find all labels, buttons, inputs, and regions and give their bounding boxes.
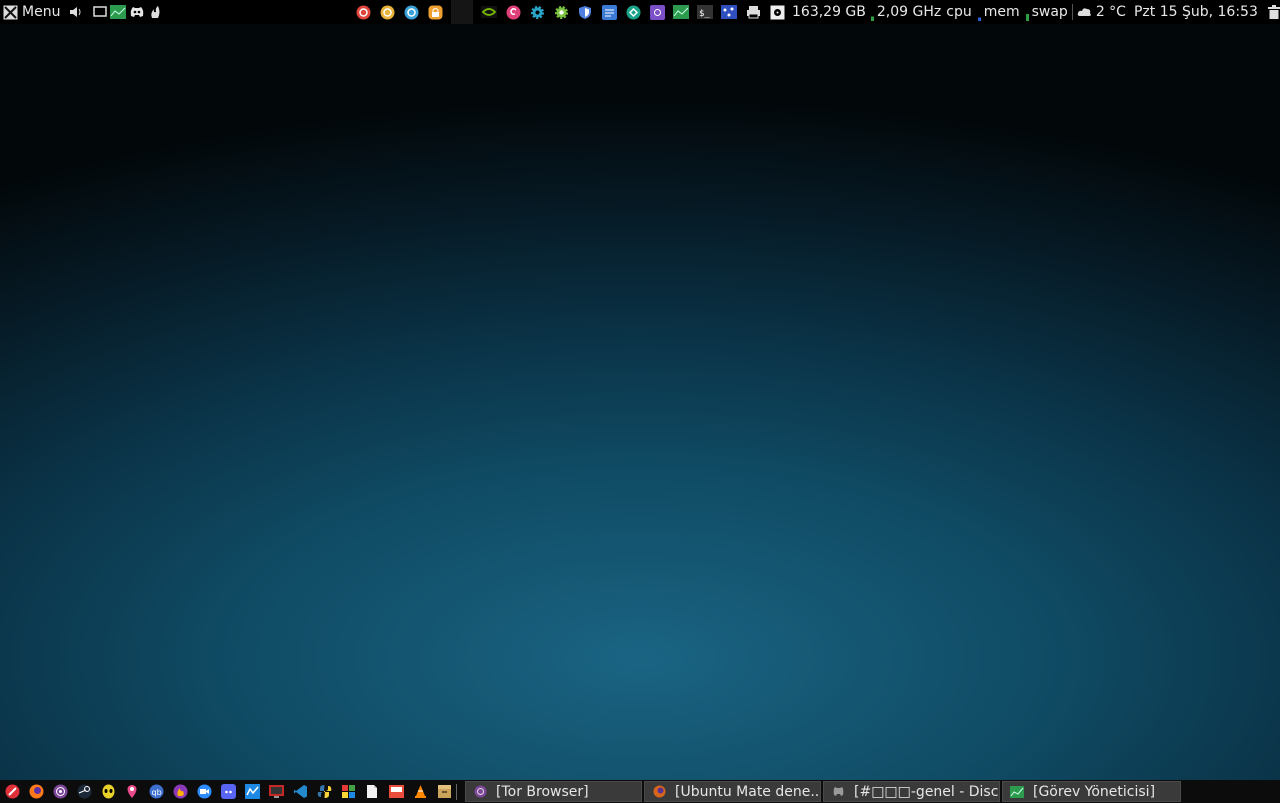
menu-button[interactable]: Menu [22,4,60,20]
separator [1071,4,1073,20]
clock[interactable]: Pzt 15 Şub, 16:53 [1134,4,1258,20]
terminal-icon[interactable]: $_ [697,4,713,20]
shield-icon[interactable] [577,4,593,20]
cpu-frequency: 2,09 GHz [876,4,942,20]
taskbar-window-label: [#□□□-genel - Discord] [854,783,999,800]
firefox-icon [651,784,667,800]
monitor-launcher-icon[interactable] [244,784,260,800]
tor-launcher-icon[interactable] [52,784,68,800]
tray-blank-slot [451,0,473,24]
svg-text:$_: $_ [699,9,710,19]
power-indicator-icon[interactable] [355,4,371,20]
flame-app-icon[interactable] [147,4,163,20]
launcher-separator [456,783,457,800]
taskbar-window-system-monitor[interactable]: [Görev Yöneticisi] [1002,781,1181,802]
taskbar-window-label: [Ubuntu Mate dene... [675,783,820,800]
taskbar-window-firefox[interactable]: [Ubuntu Mate dene... [644,781,821,802]
taskbar-window-tor[interactable]: [Tor Browser] [465,781,642,802]
trash-icon[interactable] [1266,4,1280,20]
debian-icon[interactable] [505,4,521,20]
disk-icon[interactable] [769,4,785,20]
alien-app-icon[interactable] [100,784,116,800]
cpu-label: cpu [946,4,972,20]
screen-recorder-icon[interactable] [268,784,284,800]
archive-manager-icon[interactable] [436,784,452,800]
mem-load-bar [977,3,981,21]
cpu-load-bar [870,3,874,21]
mem-label: mem [983,4,1020,20]
volume-icon[interactable] [68,4,84,20]
show-desktop-icon[interactable] [92,4,108,20]
sync-indicator-icon[interactable] [403,4,419,20]
system-monitor-launcher-icon[interactable] [110,4,127,20]
app-launcher-red-icon[interactable] [4,784,20,800]
menu-logo-icon[interactable] [2,4,18,20]
qbittorrent-launcher-icon[interactable]: qb [148,784,164,800]
svg-text:qb: qb [151,788,161,797]
taskbar-window-discord[interactable]: [#□□□-genel - Discord] [823,781,1000,802]
maps-pin-icon[interactable] [124,784,140,800]
purple-app-icon[interactable] [649,4,665,20]
network-icon[interactable] [721,4,737,20]
image-viewer-icon[interactable] [388,784,404,800]
swap-load-bar [1025,3,1029,21]
taskbar-window-label: [Tor Browser] [496,783,589,800]
swap-label: swap [1031,4,1068,20]
steam-launcher-icon[interactable] [76,784,92,800]
discord-launcher-icon[interactable] [129,4,145,20]
system-monitor-tray-icon[interactable] [673,4,689,20]
python-launcher-icon[interactable] [316,784,332,800]
document-launcher-icon[interactable] [364,784,380,800]
green-gear-icon[interactable] [553,4,569,20]
top-panel: Menu $_ 163,29 GB 2,09 GHz cpu mem swap … [0,0,1280,24]
disk-free-space: 163,29 GB [792,4,866,20]
rubik-cube-icon[interactable] [340,784,356,800]
system-monitor-icon [1009,784,1025,800]
notes-icon[interactable] [601,4,617,20]
nvidia-icon[interactable] [481,4,497,20]
firefox-launcher-icon[interactable] [28,784,44,800]
printer-icon[interactable] [745,4,761,20]
discord-icon [830,784,846,800]
weather-cloud-icon[interactable] [1077,4,1093,20]
vlc-launcher-icon[interactable] [412,784,428,800]
tor-icon [472,784,488,800]
purple-fire-launcher-icon[interactable] [172,784,188,800]
zoom-launcher-icon[interactable] [196,784,212,800]
vscode-launcher-icon[interactable] [292,784,308,800]
update-indicator-icon[interactable] [379,4,395,20]
lock-indicator-icon[interactable] [427,4,443,20]
settings-gear-icon[interactable] [529,4,545,20]
weather-temperature[interactable]: 2 °C [1096,4,1126,20]
discord-launcher-bottom-icon[interactable] [220,784,236,800]
taskbar-window-label: [Görev Yöneticisi] [1033,783,1156,800]
vpn-icon[interactable] [625,4,641,20]
